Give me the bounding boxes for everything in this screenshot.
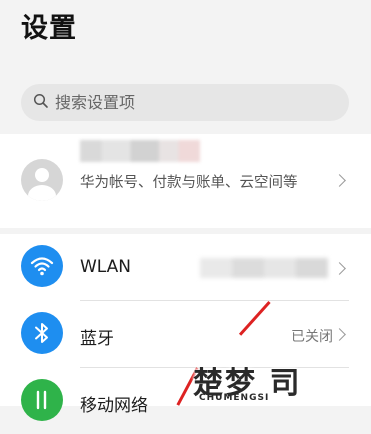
account-description: 华为帐号、付款与账单、云空间等 [80,175,298,191]
settings-item-bluetooth[interactable]: 蓝牙 已关闭 [0,301,371,367]
search-input[interactable] [55,93,315,112]
redacted-wlan-name [200,258,328,278]
bluetooth-icon [21,312,63,354]
chevron-right-icon [333,174,346,187]
chevron-right-icon [333,262,346,275]
settings-item-label: WLAN [80,257,132,277]
settings-item-label: 移动网络 [80,396,148,416]
watermark-subtext: CHUMENGSI [199,393,270,403]
search-bar[interactable] [21,84,349,121]
account-card[interactable]: 华为帐号、付款与账单、云空间等 [0,134,371,228]
avatar [21,159,63,201]
mobile-network-icon [21,379,63,421]
bluetooth-status: 已关闭 [291,329,333,345]
redacted-account-name [80,140,200,162]
chevron-right-icon [333,328,346,341]
wifi-icon [21,245,63,287]
settings-item-label: 蓝牙 [80,329,114,349]
page-title: 设置 [21,13,77,44]
search-icon [33,93,49,113]
watermark-logo: 楚梦 司 CHUMENGSI [193,360,363,404]
settings-item-wlan[interactable]: WLAN [0,234,371,300]
